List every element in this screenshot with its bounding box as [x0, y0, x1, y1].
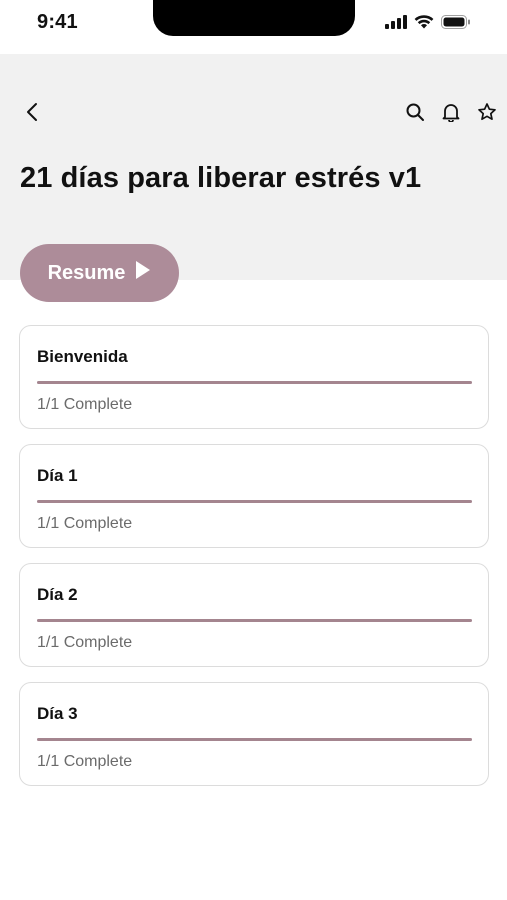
module-status: 1/1 Complete — [37, 634, 133, 651]
progress-fill — [37, 738, 472, 741]
module-status: 1/1 Complete — [37, 753, 133, 770]
module-title: Día 1 — [37, 466, 78, 485]
search-icon — [405, 102, 425, 127]
progress-bar — [37, 738, 472, 741]
progress-fill — [37, 381, 472, 384]
resume-button[interactable]: Resume — [20, 244, 179, 302]
back-icon — [25, 102, 39, 127]
progress-fill — [37, 500, 472, 503]
play-icon — [135, 260, 151, 286]
module-status: 1/1 Complete — [37, 515, 133, 532]
module-title: Día 3 — [37, 704, 78, 723]
progress-bar — [37, 619, 472, 622]
page-title: 21 días para liberar estrés v1 — [20, 162, 422, 194]
module-title: Día 2 — [37, 585, 78, 604]
progress-bar — [37, 381, 472, 384]
module-card-bienvenida[interactable]: Bienvenida 1/1 Complete — [19, 325, 489, 429]
module-list: Bienvenida 1/1 Complete Día 1 1/1 Comple… — [19, 325, 489, 786]
module-status: 1/1 Complete — [37, 396, 133, 413]
battery-icon — [441, 15, 471, 34]
module-card-dia-1[interactable]: Día 1 1/1 Complete — [19, 444, 489, 548]
signal-icon — [385, 15, 407, 34]
progress-fill — [37, 619, 472, 622]
module-card-dia-3[interactable]: Día 3 1/1 Complete — [19, 682, 489, 786]
notifications-button[interactable] — [437, 100, 465, 128]
status-icons — [385, 15, 471, 34]
search-button[interactable] — [401, 100, 429, 128]
favorite-button[interactable] — [473, 100, 501, 128]
status-bar: 9:41 — [0, 0, 507, 54]
back-button[interactable] — [18, 100, 46, 128]
progress-bar — [37, 500, 472, 503]
star-icon — [477, 102, 497, 127]
bell-icon — [441, 102, 461, 127]
status-time: 9:41 — [37, 11, 78, 33]
resume-label: Resume — [47, 261, 126, 284]
module-card-dia-2[interactable]: Día 2 1/1 Complete — [19, 563, 489, 667]
module-title: Bienvenida — [37, 347, 128, 366]
device-notch — [153, 0, 355, 36]
header-actions — [401, 100, 501, 128]
wifi-icon — [414, 15, 434, 34]
